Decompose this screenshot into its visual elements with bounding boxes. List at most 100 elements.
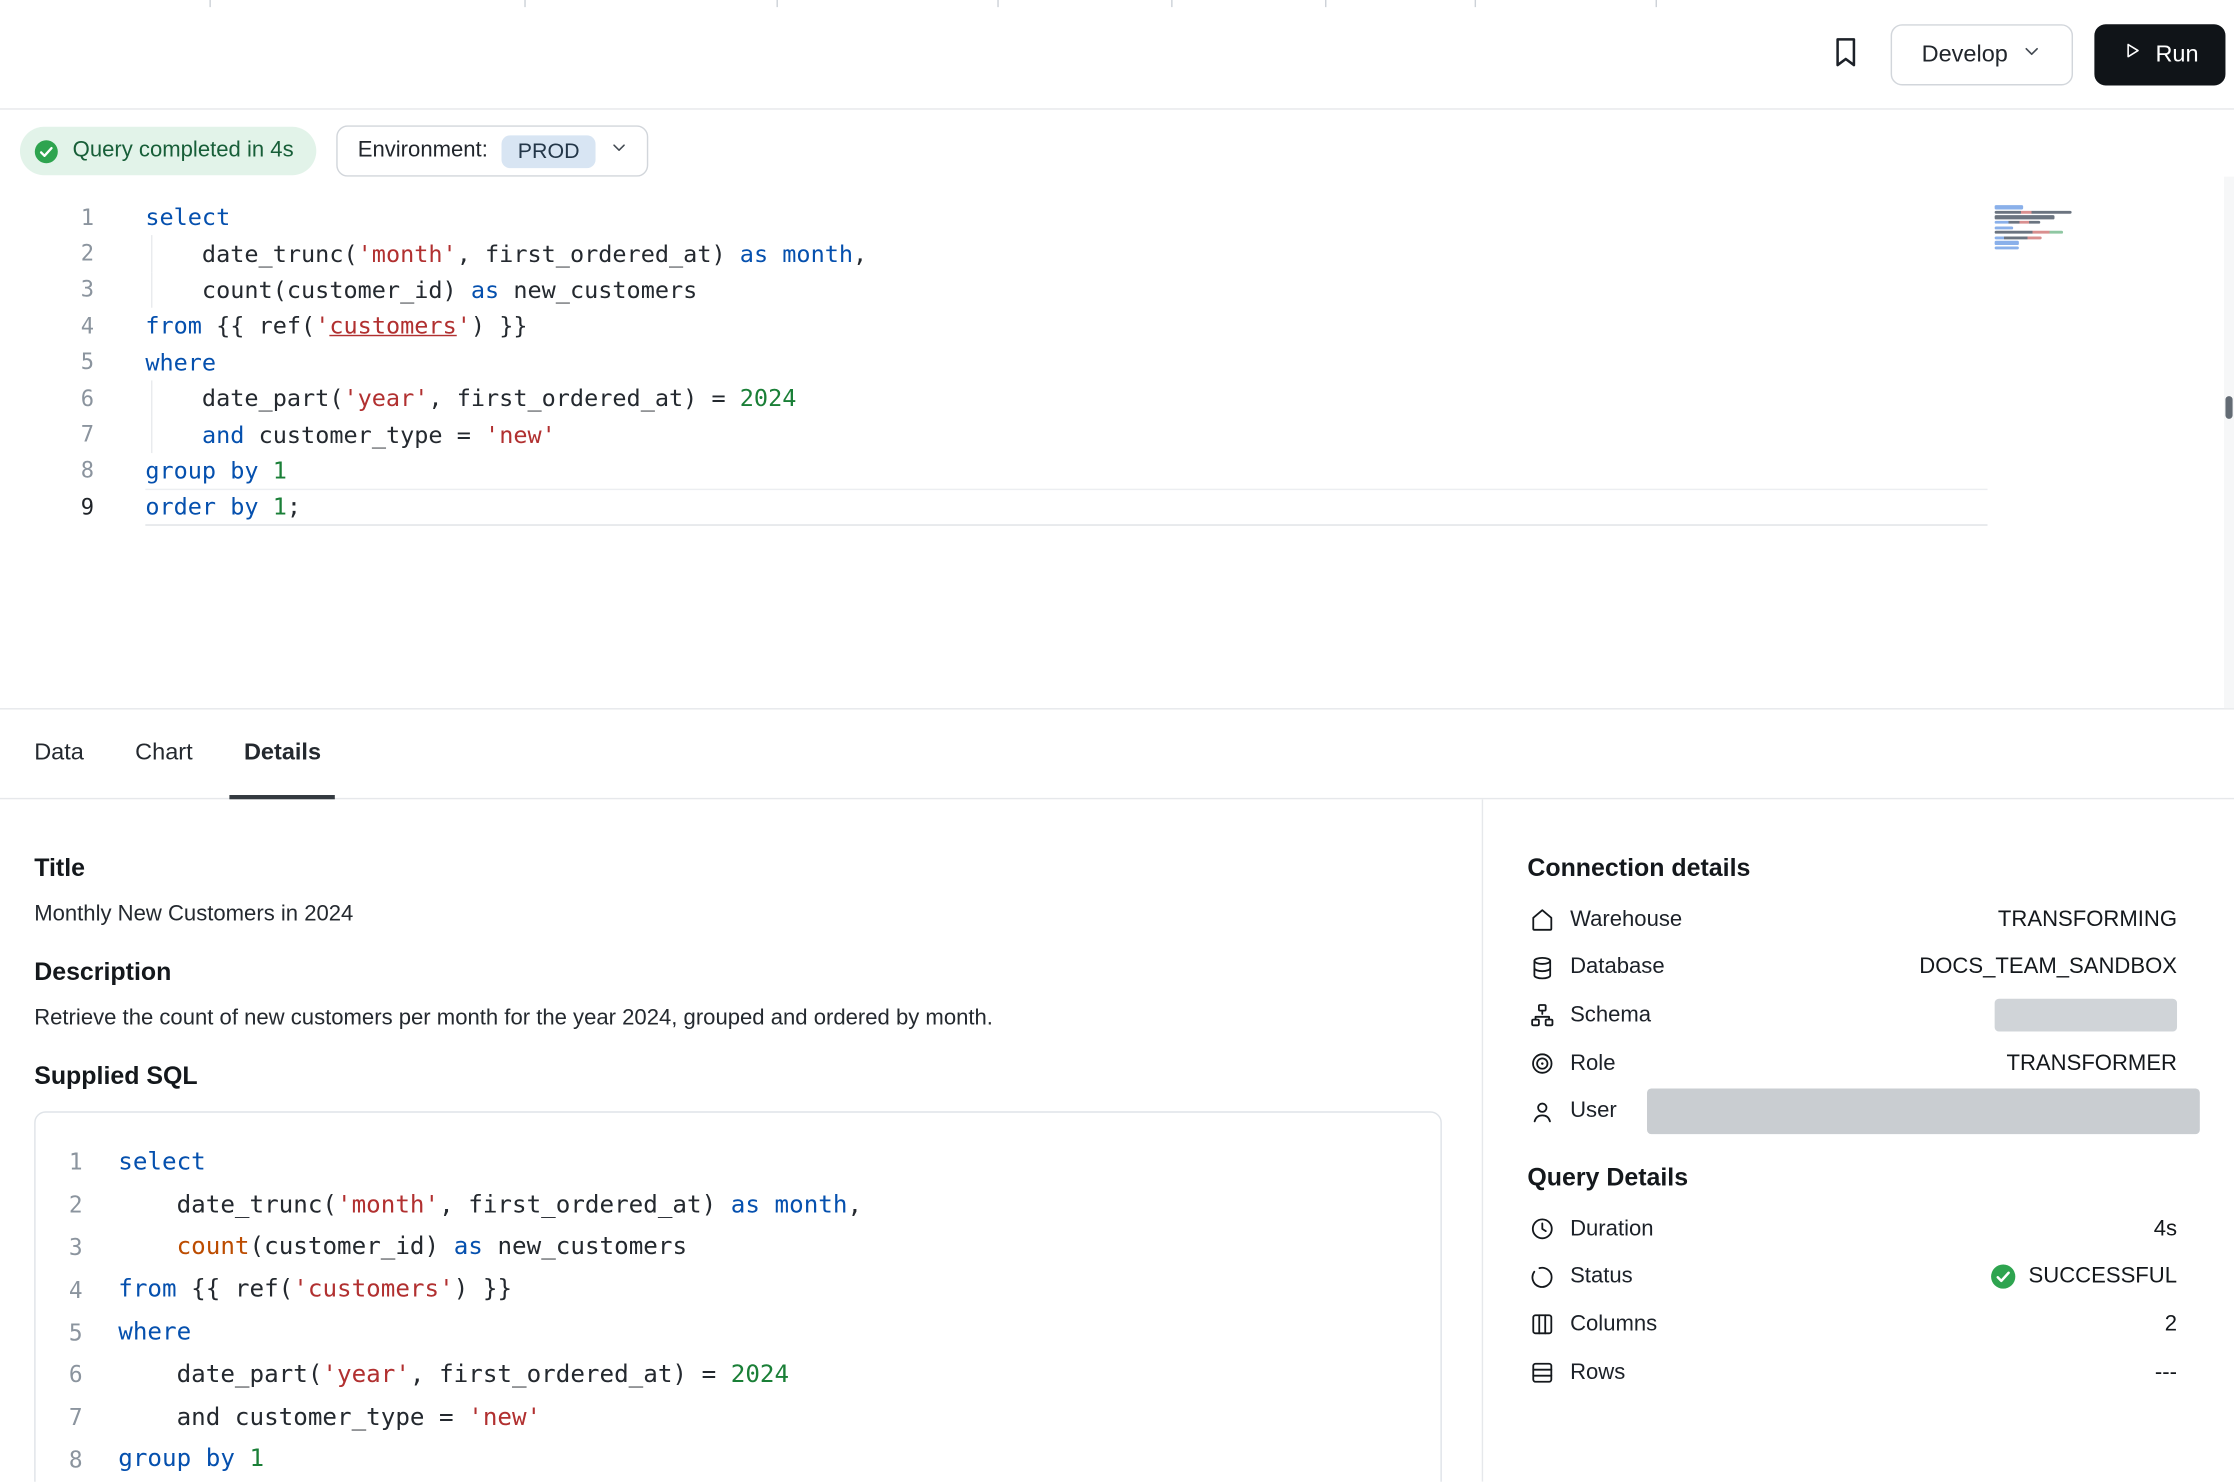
row-label: Status — [1570, 1264, 1633, 1290]
run-button-label: Run — [2155, 41, 2198, 68]
row-duration: Duration 4s — [1527, 1205, 2177, 1253]
connection-panel: Connection details WarehouseTRANSFORMING… — [1482, 799, 2234, 1481]
row-value-text: 4s — [2154, 1216, 2177, 1242]
row-rows: Rows--- — [1527, 1349, 2177, 1397]
bookmark-button[interactable] — [1822, 28, 1869, 79]
duration-icon — [1527, 1215, 1555, 1243]
results-tabs: Data Chart Details — [0, 710, 2234, 800]
code-line: 5where — [36, 1311, 1375, 1353]
code-text: date_trunc('month', first_ordered_at) as… — [145, 236, 1987, 272]
code-text: date_part('year', first_ordered_at) = 20… — [118, 1353, 1375, 1395]
line-number: 7 — [0, 422, 94, 448]
environment-selector[interactable]: Environment: PROD — [336, 125, 648, 176]
tab-data[interactable]: Data — [20, 710, 98, 800]
connection-rows: WarehouseTRANSFORMINGDatabaseDOCS_TEAM_S… — [1527, 896, 2177, 1135]
environment-label: Environment: — [358, 138, 488, 164]
row-label: Rows — [1570, 1360, 1625, 1386]
line-number: 1 — [36, 1149, 83, 1176]
code-text: group by 1 — [145, 453, 1987, 489]
editor-code: 1select2 date_trunc('month', first_order… — [0, 199, 1988, 525]
row-label: Role — [1570, 1051, 1615, 1077]
tab-details[interactable]: Details — [230, 710, 336, 800]
row-value-text: SUCCESSFUL — [2029, 1264, 2177, 1290]
tab-chart[interactable]: Chart — [121, 710, 207, 800]
code-text: select — [145, 199, 1987, 235]
details-content: Title Monthly New Customers in 2024 Desc… — [0, 799, 2234, 1481]
code-line: 8 group by 1 — [0, 453, 1988, 489]
line-number: 2 — [0, 241, 94, 267]
row-label: Schema — [1570, 1003, 1651, 1029]
code-text: date_trunc('month', first_ordered_at) as… — [118, 1184, 1375, 1226]
code-text: count(customer_id) as new_customers — [118, 1226, 1375, 1268]
row-value-text: 2 — [2165, 1312, 2177, 1338]
code-line: 7 and customer_type = 'new' — [0, 417, 1988, 453]
title-value: Monthly New Customers in 2024 — [34, 900, 1442, 927]
code-line: 4from {{ ref('customers') }} — [36, 1269, 1375, 1311]
line-number: 8 — [36, 1446, 83, 1473]
warehouse-icon — [1527, 906, 1555, 934]
row-columns: Columns2 — [1527, 1301, 2177, 1349]
editor-minimap[interactable] — [1995, 204, 2098, 252]
line-number: 4 — [36, 1276, 83, 1303]
description-value: Retrieve the count of new customers per … — [34, 1004, 1442, 1031]
code-line: 2 date_trunc('month', first_ordered_at) … — [0, 236, 1988, 272]
supplied-sql-card: 1 select2 date_trunc('month', first_order… — [34, 1111, 1442, 1481]
scrollbar-thumb[interactable] — [2225, 396, 2232, 419]
chevron-down-icon — [609, 138, 628, 164]
line-number: 5 — [36, 1319, 83, 1346]
code-text: where — [145, 344, 1987, 380]
query-status-text: Query completed in 4s — [73, 138, 294, 164]
code-line: 3 count(customer_id) as new_customers — [36, 1226, 1375, 1268]
code-line: 9order by 1; — [0, 489, 1988, 525]
row-value: SUCCESSFUL — [1989, 1263, 2177, 1291]
line-number: 6 — [0, 386, 94, 412]
line-number: 3 — [0, 277, 94, 303]
supplied-sql-code: 1 select2 date_trunc('month', first_order… — [36, 1141, 1375, 1481]
code-text: and customer_type = 'new' — [118, 1396, 1375, 1438]
role-icon — [1527, 1049, 1555, 1077]
row-value — [1647, 1089, 2177, 1135]
bookmark-icon — [1828, 34, 1864, 74]
status-icon — [1527, 1263, 1555, 1291]
line-number: 8 — [0, 458, 94, 484]
line-number: 9 — [0, 494, 94, 520]
row-user: User — [1527, 1088, 2177, 1136]
query-details-rows: Duration 4s Status SUCCESSFUL Columns2Rows--… — [1527, 1205, 2177, 1396]
editor-scrollbar[interactable] — [2224, 177, 2234, 708]
row-value-text: TRANSFORMER — [2006, 1051, 2177, 1077]
code-text: select — [118, 1141, 1375, 1183]
line-number: 5 — [0, 349, 94, 375]
code-line: 7 and customer_type = 'new' — [36, 1396, 1375, 1438]
results-panel: Data Chart Details Title Monthly New Custo… — [0, 708, 2234, 1482]
check-circle-icon — [33, 137, 60, 164]
line-number: 6 — [36, 1361, 83, 1388]
status-bar: Query completed in 4s Environment: PROD — [0, 125, 2234, 176]
row-value: 4s — [2154, 1216, 2177, 1242]
code-line: 8group by 1 — [36, 1438, 1375, 1480]
row-value-text: DOCS_TEAM_SANDBOX — [1919, 955, 2177, 981]
row-value: TRANSFORMER — [2006, 1051, 2177, 1077]
run-button[interactable]: Run — [2094, 24, 2225, 85]
develop-button[interactable]: Develop — [1891, 24, 2073, 85]
sql-editor[interactable]: 1select2 date_trunc('month', first_order… — [0, 177, 2234, 708]
row-label: Warehouse — [1570, 907, 1682, 933]
code-text: and customer_type = 'new' — [145, 417, 1987, 453]
line-number: 3 — [36, 1234, 83, 1261]
code-line: 2 date_trunc('month', first_ordered_at) … — [36, 1184, 1375, 1226]
description-heading: Description — [34, 956, 1442, 987]
environment-value-pill: PROD — [502, 135, 595, 168]
app-window: Develop Run Query completed in 4s Enviro… — [0, 0, 2234, 1482]
code-text: date_part('year', first_ordered_at) = 20… — [145, 380, 1987, 416]
code-line: 6 date_part('year', first_ordered_at) = … — [36, 1353, 1375, 1395]
code-line: 1 select — [36, 1141, 1375, 1183]
connection-details-heading: Connection details — [1527, 852, 2177, 883]
ref-link[interactable]: customers — [329, 313, 456, 340]
query-status-badge: Query completed in 4s — [20, 127, 316, 175]
title-heading: Title — [34, 852, 1442, 883]
code-line: 6 date_part('year', first_ordered_at) = … — [0, 380, 1988, 416]
line-number: 4 — [0, 313, 94, 339]
code-line: 1select — [0, 199, 1988, 235]
row-role: Role TRANSFORMER — [1527, 1040, 2177, 1088]
code-line: 5 where — [0, 344, 1988, 380]
row-label: Duration — [1570, 1216, 1653, 1242]
